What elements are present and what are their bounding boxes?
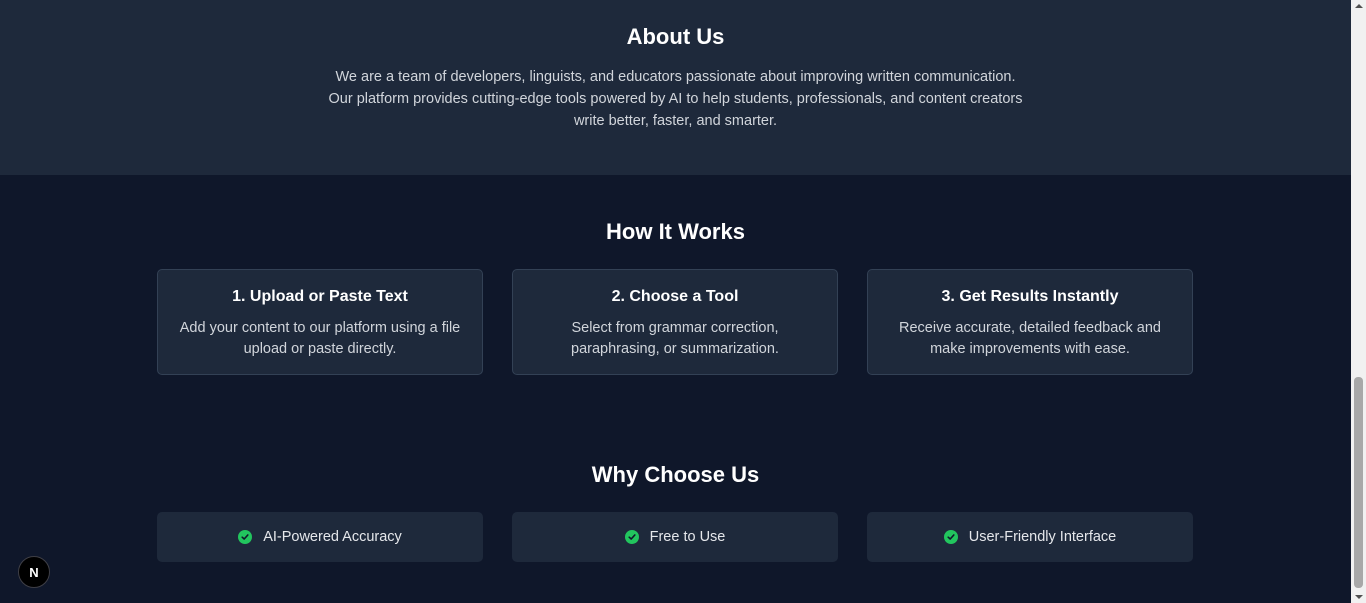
step-card-upload: 1. Upload or Paste Text Add your content…: [157, 269, 483, 375]
browser-viewport: About Us We are a team of developers, li…: [0, 0, 1366, 603]
step-card-choose-tool: 2. Choose a Tool Select from grammar cor…: [512, 269, 838, 375]
step-title: 2. Choose a Tool: [611, 288, 739, 305]
check-circle-icon: [238, 530, 253, 544]
step-text: Receive accurate, detailed feedback and …: [899, 320, 1161, 357]
about-section: About Us We are a team of developers, li…: [0, 0, 1351, 175]
scroll-up-arrow-icon[interactable]: [1355, 4, 1363, 8]
feature-label: AI-Powered Accuracy: [263, 529, 402, 545]
about-title: About Us: [626, 24, 725, 49]
about-text: We are a team of developers, linguists, …: [328, 69, 1023, 129]
feature-item-free: Free to Use: [512, 512, 838, 562]
step-card-results: 3. Get Results Instantly Receive accurat…: [867, 269, 1193, 375]
nextjs-logo-icon: N: [29, 564, 39, 580]
step-title: 1. Upload or Paste Text: [232, 288, 408, 305]
page-content: About Us We are a team of developers, li…: [0, 0, 1351, 603]
how-it-works-title: How It Works: [606, 219, 745, 244]
feature-item-ai-accuracy: AI-Powered Accuracy: [157, 512, 483, 562]
check-circle-icon: [943, 530, 958, 544]
feature-item-user-friendly: User-Friendly Interface: [867, 512, 1193, 562]
feature-label: Free to Use: [649, 529, 726, 545]
vertical-scrollbar[interactable]: [1351, 0, 1366, 603]
nextjs-dev-badge[interactable]: N: [18, 556, 50, 588]
feature-label: User-Friendly Interface: [968, 529, 1117, 545]
check-circle-icon: [624, 530, 639, 544]
scroll-down-arrow-icon[interactable]: [1355, 595, 1363, 599]
why-choose-us-title: Why Choose Us: [591, 462, 760, 487]
step-title: 3. Get Results Instantly: [941, 288, 1119, 305]
scrollbar-thumb[interactable]: [1354, 377, 1363, 588]
step-text: Add your content to our platform using a…: [179, 320, 461, 357]
step-text: Select from grammar correction, paraphra…: [571, 320, 779, 357]
